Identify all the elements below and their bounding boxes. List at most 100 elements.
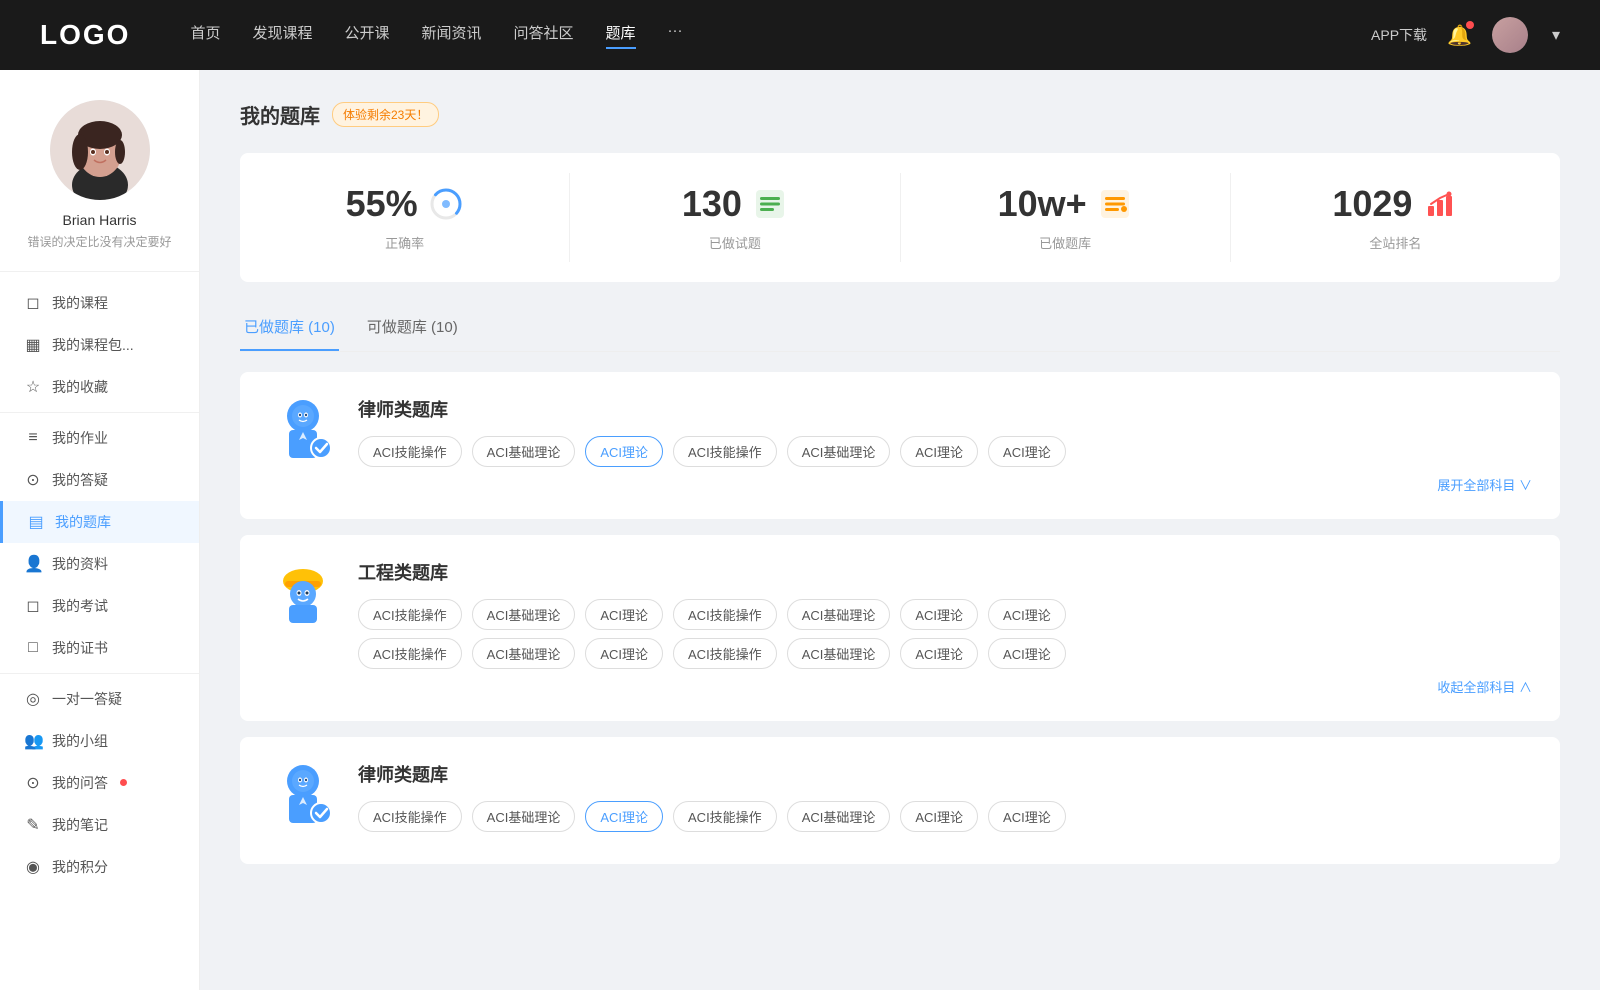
coursepack-icon: ▦	[24, 335, 42, 355]
bank-card-2-title: 工程类题库	[358, 559, 1532, 585]
bank-3-tag-1[interactable]: ACI基础理论	[472, 801, 576, 832]
sidebar-item-myexam[interactable]: ◻ 我的考试	[0, 585, 199, 627]
bank-2-tag-3[interactable]: ACI技能操作	[673, 599, 777, 630]
nav-right: APP下载 🔔 ▾	[1371, 17, 1560, 53]
bank-3-tag-6[interactable]: ACI理论	[988, 801, 1066, 832]
done-questions-icon	[752, 186, 788, 222]
sidebar-item-onetoone[interactable]: ◎ 一对一答疑	[0, 678, 199, 720]
lawyer-bank-icon-1	[268, 396, 338, 466]
main-content: 我的题库 体验剩余23天！ 55% 正确	[200, 70, 1600, 990]
nav-discover[interactable]: 发现课程	[252, 22, 312, 49]
done-questions-value: 130	[682, 183, 742, 225]
bank-2-tag-0[interactable]: ACI技能操作	[358, 599, 462, 630]
bank-card-1: 律师类题库 ACI技能操作 ACI基础理论 ACI理论 ACI技能操作 ACI基…	[240, 372, 1560, 519]
stat-done-banks-top: 10w+	[921, 183, 1210, 225]
done-banks-icon	[1097, 186, 1133, 222]
nav-news[interactable]: 新闻资讯	[422, 22, 482, 49]
page-header: 我的题库 体验剩余23天！	[240, 100, 1560, 129]
bank-2-tag2-4[interactable]: ACI基础理论	[787, 638, 891, 669]
stat-rank: 1029 全站排名	[1231, 173, 1560, 262]
bank-2-tag-1[interactable]: ACI基础理论	[472, 599, 576, 630]
sidebar-item-coursepack[interactable]: ▦ 我的课程包...	[0, 324, 199, 366]
bank-3-tag-4[interactable]: ACI基础理论	[787, 801, 891, 832]
nav-questionbank[interactable]: 题库	[606, 22, 636, 49]
bank-2-tag2-2[interactable]: ACI理论	[585, 638, 663, 669]
bank-2-tag-2[interactable]: ACI理论	[585, 599, 663, 630]
bank-1-expand-btn[interactable]: 展开全部科目 ∨	[1437, 478, 1532, 493]
stat-rank-top: 1029	[1251, 183, 1540, 225]
bank-2-tag2-5[interactable]: ACI理论	[900, 638, 978, 669]
sidebar-item-mygroup[interactable]: 👥 我的小组	[0, 720, 199, 762]
question-bank-tabs: 已做题库 (10) 可做题库 (10)	[240, 306, 1560, 352]
bank-2-tag2-3[interactable]: ACI技能操作	[673, 638, 777, 669]
bank-card-2-header: 工程类题库 ACI技能操作 ACI基础理论 ACI理论 ACI技能操作 ACI基…	[268, 559, 1532, 697]
questionbank-icon: ▤	[27, 512, 45, 532]
profile-avatar	[50, 100, 150, 200]
logo: LOGO	[40, 19, 130, 51]
tab-done[interactable]: 已做题库 (10)	[240, 306, 339, 351]
user-dropdown-arrow[interactable]: ▾	[1552, 25, 1560, 45]
bank-1-tag-1[interactable]: ACI基础理论	[472, 436, 576, 467]
bank-3-tag-0[interactable]: ACI技能操作	[358, 801, 462, 832]
app-download[interactable]: APP下载	[1371, 25, 1427, 45]
stat-done-banks: 10w+ 已做题库	[901, 173, 1231, 262]
stat-accuracy: 55% 正确率	[240, 173, 570, 262]
sidebar-item-favorites[interactable]: ☆ 我的收藏	[0, 366, 199, 408]
bank-1-tag-2[interactable]: ACI理论	[585, 436, 663, 467]
bank-2-tag2-6[interactable]: ACI理论	[988, 638, 1066, 669]
bank-card-2-content: 工程类题库 ACI技能操作 ACI基础理论 ACI理论 ACI技能操作 ACI基…	[358, 559, 1532, 697]
onetoone-icon: ◎	[24, 689, 42, 709]
engineer-bank-icon	[268, 559, 338, 629]
bank-3-tag-2[interactable]: ACI理论	[585, 801, 663, 832]
bank-2-tag-4[interactable]: ACI基础理论	[787, 599, 891, 630]
bank-card-1-footer: 展开全部科目 ∨	[358, 475, 1532, 495]
bank-card-1-content: 律师类题库 ACI技能操作 ACI基础理论 ACI理论 ACI技能操作 ACI基…	[358, 396, 1532, 495]
bank-1-tag-0[interactable]: ACI技能操作	[358, 436, 462, 467]
certificate-icon: □	[24, 639, 42, 657]
nav-qa[interactable]: 问答社区	[514, 22, 574, 49]
user-avatar[interactable]	[1492, 17, 1528, 53]
sidebar-item-mypoints[interactable]: ◉ 我的积分	[0, 846, 199, 888]
rank-icon	[1422, 186, 1458, 222]
stat-done-questions-top: 130	[590, 183, 879, 225]
bank-2-tag-5[interactable]: ACI理论	[900, 599, 978, 630]
notes-icon: ✎	[24, 815, 42, 835]
nav-opencourse[interactable]: 公开课	[344, 22, 389, 49]
bank-1-tag-6[interactable]: ACI理论	[988, 436, 1066, 467]
bank-2-tag2-1[interactable]: ACI基础理论	[472, 638, 576, 669]
qa-icon: ⊙	[24, 470, 42, 490]
tab-available[interactable]: 可做题库 (10)	[363, 306, 462, 351]
sidebar: Brian Harris 错误的决定比没有决定要好 ◻ 我的课程 ▦ 我的课程包…	[0, 70, 200, 990]
bank-1-tag-4[interactable]: ACI基础理论	[787, 436, 891, 467]
sidebar-item-certificate[interactable]: □ 我的证书	[0, 627, 199, 669]
bank-card-3-tags: ACI技能操作 ACI基础理论 ACI理论 ACI技能操作 ACI基础理论 AC…	[358, 801, 1532, 832]
nav-more[interactable]: ···	[668, 22, 683, 49]
rank-value: 1029	[1332, 183, 1412, 225]
sidebar-item-questionbank[interactable]: ▤ 我的题库	[0, 501, 199, 543]
bank-3-tag-5[interactable]: ACI理论	[900, 801, 978, 832]
sidebar-item-mynotes[interactable]: ✎ 我的笔记	[0, 804, 199, 846]
sidebar-item-myquestion[interactable]: ⊙ 我的问答	[0, 762, 199, 804]
bank-card-3-title: 律师类题库	[358, 761, 1532, 787]
bank-3-tag-3[interactable]: ACI技能操作	[673, 801, 777, 832]
bank-card-2-tags-row2: ACI技能操作 ACI基础理论 ACI理论 ACI技能操作 ACI基础理论 AC…	[358, 638, 1532, 669]
sidebar-divider-1	[0, 412, 199, 413]
sidebar-divider-2	[0, 673, 199, 674]
notification-bell[interactable]: 🔔	[1447, 23, 1472, 48]
bank-2-tag-6[interactable]: ACI理论	[988, 599, 1066, 630]
sidebar-item-mycourse[interactable]: ◻ 我的课程	[0, 282, 199, 324]
question-icon: ⊙	[24, 773, 42, 793]
bank-card-1-tags: ACI技能操作 ACI基础理论 ACI理论 ACI技能操作 ACI基础理论 AC…	[358, 436, 1532, 467]
bank-1-tag-3[interactable]: ACI技能操作	[673, 436, 777, 467]
sidebar-item-homework[interactable]: ≡ 我的作业	[0, 417, 199, 459]
bank-1-tag-5[interactable]: ACI理论	[900, 436, 978, 467]
trial-badge: 体验剩余23天！	[332, 102, 439, 127]
sidebar-item-qa[interactable]: ⊙ 我的答疑	[0, 459, 199, 501]
sidebar-item-mydata[interactable]: 👤 我的资料	[0, 543, 199, 585]
bank-card-2-footer: 收起全部科目 ∧	[358, 677, 1532, 697]
bank-2-collapse-btn[interactable]: 收起全部科目 ∧	[1437, 680, 1532, 695]
stats-row: 55% 正确率 130	[240, 153, 1560, 282]
stat-accuracy-top: 55%	[260, 183, 549, 225]
nav-home[interactable]: 首页	[190, 22, 220, 49]
bank-2-tag2-0[interactable]: ACI技能操作	[358, 638, 462, 669]
